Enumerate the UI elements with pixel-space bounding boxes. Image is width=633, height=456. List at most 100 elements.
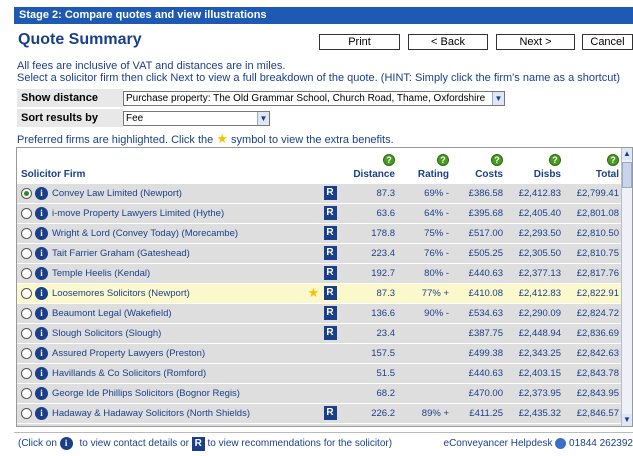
info-icon[interactable]: i bbox=[35, 406, 48, 420]
select-radio[interactable] bbox=[21, 287, 32, 299]
help-icon[interactable]: ? bbox=[437, 153, 449, 166]
firm-cell[interactable]: i Beaumont Legal (Wakefield) bbox=[17, 302, 307, 323]
scroll-up-icon[interactable]: ▲ bbox=[622, 148, 632, 160]
header-disbs[interactable]: ? Disbs bbox=[506, 148, 564, 183]
table-row[interactable]: i George Ide Phillips Solicitors (Bognor … bbox=[17, 382, 622, 403]
scroll-down-icon[interactable]: ▼ bbox=[622, 414, 632, 426]
table-row[interactable]: i Slough Solicitors (Slough) R 23.4 £387.75 £… bbox=[17, 322, 622, 343]
firm-name[interactable]: Tait Farrier Graham (Gateshead) bbox=[52, 248, 190, 259]
back-button[interactable]: < Back bbox=[408, 34, 488, 50]
select-radio[interactable] bbox=[21, 347, 32, 359]
chevron-down-icon[interactable]: ▼ bbox=[257, 112, 269, 125]
table-row[interactable]: i Wright & Lord (Convey Today) (Morecambe… bbox=[17, 222, 622, 243]
help-icon[interactable]: ? bbox=[383, 153, 395, 166]
select-radio[interactable] bbox=[21, 407, 32, 419]
select-radio[interactable] bbox=[21, 187, 32, 199]
select-radio[interactable] bbox=[21, 247, 32, 259]
firm-name[interactable]: George Ide Phillips Solicitors (Bognor R… bbox=[52, 388, 240, 399]
firm-name[interactable]: Hadaway & Hadaway Solicitors (North Shie… bbox=[52, 408, 250, 419]
firm-name[interactable]: Wright & Lord (Convey Today) (Morecambe) bbox=[52, 228, 238, 239]
table-row[interactable]: i Tait Farrier Graham (Gateshead) R 223.4 76… bbox=[17, 242, 622, 263]
vat-info-text: All fees are inclusive of VAT and distan… bbox=[17, 60, 286, 72]
help-icon[interactable]: ? bbox=[549, 153, 561, 166]
firm-name[interactable]: Slough Solicitors (Slough) bbox=[52, 328, 161, 339]
info-icon[interactable]: i bbox=[35, 366, 48, 380]
firm-name[interactable]: Convey Law Limited (Newport) bbox=[52, 188, 182, 199]
firm-cell[interactable]: i i-move Property Lawyers Limited (Hythe) bbox=[17, 202, 307, 223]
recommendations-icon[interactable]: R bbox=[323, 266, 337, 280]
recommendations-icon[interactable]: R bbox=[323, 226, 337, 240]
helpdesk-link[interactable]: eConveyancer Helpdesk bbox=[444, 438, 553, 449]
select-radio[interactable] bbox=[21, 267, 32, 279]
info-icon[interactable]: i bbox=[35, 326, 48, 340]
help-icon[interactable]: ? bbox=[607, 153, 619, 166]
select-radio[interactable] bbox=[21, 387, 32, 399]
print-button[interactable]: Print bbox=[319, 34, 400, 50]
info-icon[interactable]: i bbox=[35, 206, 48, 220]
recommendations-icon[interactable]: R bbox=[323, 206, 337, 220]
recommendations-icon[interactable]: R bbox=[323, 406, 337, 420]
recommendations-icon[interactable]: R bbox=[323, 306, 337, 320]
select-radio[interactable] bbox=[21, 327, 32, 339]
recommendations-icon[interactable]: R bbox=[323, 246, 337, 260]
select-radio[interactable] bbox=[21, 207, 32, 219]
firm-cell[interactable]: i Assured Property Lawyers (Preston) bbox=[17, 342, 307, 363]
header-rating[interactable]: ? Rating bbox=[398, 148, 452, 183]
firm-cell[interactable]: i Havillands & Co Solicitors (Romford) bbox=[17, 362, 307, 383]
star-icon[interactable]: ★ bbox=[308, 285, 320, 300]
table-row[interactable]: i Havillands & Co Solicitors (Romford) 51.… bbox=[17, 362, 622, 383]
sort-select[interactable]: Fee ▼ bbox=[123, 111, 270, 126]
scroll-thumb[interactable] bbox=[622, 162, 632, 188]
table-row[interactable]: i i-move Property Lawyers Limited (Hythe)… bbox=[17, 202, 622, 223]
table-row[interactable]: i Beaumont Legal (Wakefield) R 136.6 90% - £5… bbox=[17, 302, 622, 323]
table-row[interactable]: i Loosemores Solicitors (Newport) ★ R 87.3 77… bbox=[17, 282, 622, 303]
firm-name[interactable]: Temple Heelis (Kendal) bbox=[52, 268, 150, 279]
rec-cell: R bbox=[320, 182, 340, 203]
info-icon[interactable]: i bbox=[35, 306, 48, 320]
cancel-button[interactable]: Cancel bbox=[582, 34, 633, 50]
header-costs[interactable]: ? Costs bbox=[452, 148, 506, 183]
table-row[interactable]: iSawle & Co Solicitors (Leyland) R152.491… bbox=[17, 422, 622, 427]
firm-cell[interactable]: iSawle & Co Solicitors (Leyland) bbox=[17, 422, 307, 426]
firm-cell[interactable]: i George Ide Phillips Solicitors (Bognor … bbox=[17, 382, 307, 403]
select-radio[interactable] bbox=[21, 307, 32, 319]
header-distance[interactable]: ? Distance bbox=[340, 148, 398, 183]
table-scrollbar[interactable]: ▲ ▼ bbox=[621, 148, 632, 426]
next-button[interactable]: Next > bbox=[496, 34, 575, 50]
chevron-down-icon[interactable]: ▼ bbox=[492, 92, 504, 105]
firm-cell[interactable]: i Loosemores Solicitors (Newport) bbox=[17, 282, 307, 303]
info-icon[interactable]: i bbox=[35, 246, 48, 260]
recommendations-icon[interactable]: R bbox=[323, 286, 337, 300]
firm-name[interactable]: i-move Property Lawyers Limited (Hythe) bbox=[52, 208, 224, 219]
firm-name[interactable]: Beaumont Legal (Wakefield) bbox=[52, 308, 172, 319]
recommendations-icon[interactable]: R bbox=[324, 426, 337, 427]
info-icon[interactable]: i bbox=[35, 386, 48, 400]
firm-name[interactable]: Assured Property Lawyers (Preston) bbox=[52, 348, 205, 359]
table-row[interactable]: i Convey Law Limited (Newport) R 87.3 69% - £… bbox=[17, 182, 622, 203]
distance-cell: 87.3 bbox=[340, 182, 398, 203]
table-row[interactable]: i Assured Property Lawyers (Preston) 157.5… bbox=[17, 342, 622, 363]
info-icon[interactable]: i bbox=[35, 226, 48, 240]
info-icon[interactable]: i bbox=[35, 186, 48, 200]
info-icon[interactable]: i bbox=[35, 346, 48, 360]
firm-cell[interactable]: i Hadaway & Hadaway Solicitors (North Shi… bbox=[17, 402, 307, 423]
info-icon[interactable]: i bbox=[35, 286, 48, 300]
firm-cell[interactable]: i Convey Law Limited (Newport) bbox=[17, 182, 307, 203]
select-radio[interactable] bbox=[21, 227, 32, 239]
recommendations-icon[interactable]: R bbox=[323, 186, 337, 200]
firm-cell[interactable]: i Wright & Lord (Convey Today) (Morecambe… bbox=[17, 222, 307, 243]
table-row[interactable]: i Temple Heelis (Kendal) R 192.7 80% - £440.6… bbox=[17, 262, 622, 283]
table-row[interactable]: i Hadaway & Hadaway Solicitors (North Shi… bbox=[17, 402, 622, 423]
recommendations-icon[interactable]: R bbox=[323, 326, 337, 340]
help-icon[interactable]: ? bbox=[491, 153, 503, 166]
firm-name[interactable]: Havillands & Co Solicitors (Romford) bbox=[52, 368, 206, 379]
header-firm[interactable]: Solicitor Firm bbox=[17, 148, 307, 183]
firm-cell[interactable]: i Temple Heelis (Kendal) bbox=[17, 262, 307, 283]
info-icon[interactable]: i bbox=[35, 266, 48, 280]
firm-name[interactable]: Loosemores Solicitors (Newport) bbox=[52, 288, 190, 299]
firm-cell[interactable]: i Slough Solicitors (Slough) bbox=[17, 322, 307, 343]
firm-cell[interactable]: i Tait Farrier Graham (Gateshead) bbox=[17, 242, 307, 263]
distance-select[interactable]: Purchase property: The Old Grammar Schoo… bbox=[123, 91, 505, 106]
select-radio[interactable] bbox=[21, 367, 32, 379]
header-total[interactable]: ? Total bbox=[564, 148, 622, 183]
